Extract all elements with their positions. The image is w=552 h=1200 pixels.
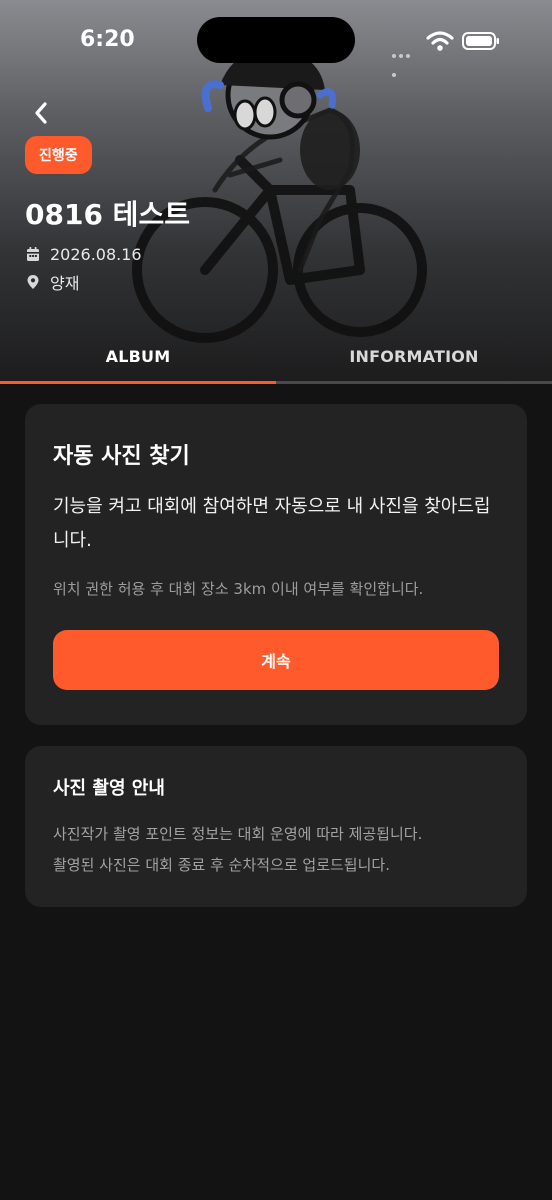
location-pin-icon: [27, 275, 39, 289]
back-chevron-left-icon[interactable]: [28, 98, 54, 128]
auto-find-description: 기능을 켜고 대회에 참여하면 자동으로 내 사진을 찾아드립니다.: [53, 496, 491, 551]
calendar-icon: [27, 247, 39, 261]
photo-guide-line: 촬영된 사진은 대회 종료 후 순차적으로 업로드됩니다.: [53, 856, 390, 874]
event-date: 2026.08.16: [50, 244, 142, 264]
dynamic-island: [197, 17, 355, 63]
continue-button[interactable]: 계속: [53, 630, 499, 690]
tab-album[interactable]: ALBUM: [0, 330, 276, 382]
auto-find-note: 위치 권한 허용 후 대회 장소 3km 이내 여부를 확인합니다.: [53, 580, 424, 598]
photo-guide-title: 사진 촬영 안내: [53, 778, 165, 799]
status-bar: 6:20: [0, 0, 552, 80]
auto-find-title: 자동 사진 찾기: [53, 444, 190, 469]
tab-bar: ALBUM INFORMATION: [0, 330, 552, 384]
photo-guide-line: 사진작가 촬영 포인트 정보는 대회 운영에 따라 제공됩니다.: [53, 825, 423, 843]
signal-icon: [392, 43, 418, 77]
active-tab-indicator: [0, 381, 276, 384]
tab-information[interactable]: INFORMATION: [276, 330, 552, 382]
wifi-icon: [426, 31, 454, 51]
status-badge: 진행중: [25, 136, 92, 174]
event-title: 0816 테스트: [25, 198, 190, 231]
event-location-row: 양재: [26, 270, 79, 294]
battery-icon: [462, 32, 499, 50]
event-date-row: 2026.08.16: [26, 242, 142, 266]
status-time: 6:20: [80, 27, 135, 52]
event-location: 양재: [50, 274, 80, 293]
